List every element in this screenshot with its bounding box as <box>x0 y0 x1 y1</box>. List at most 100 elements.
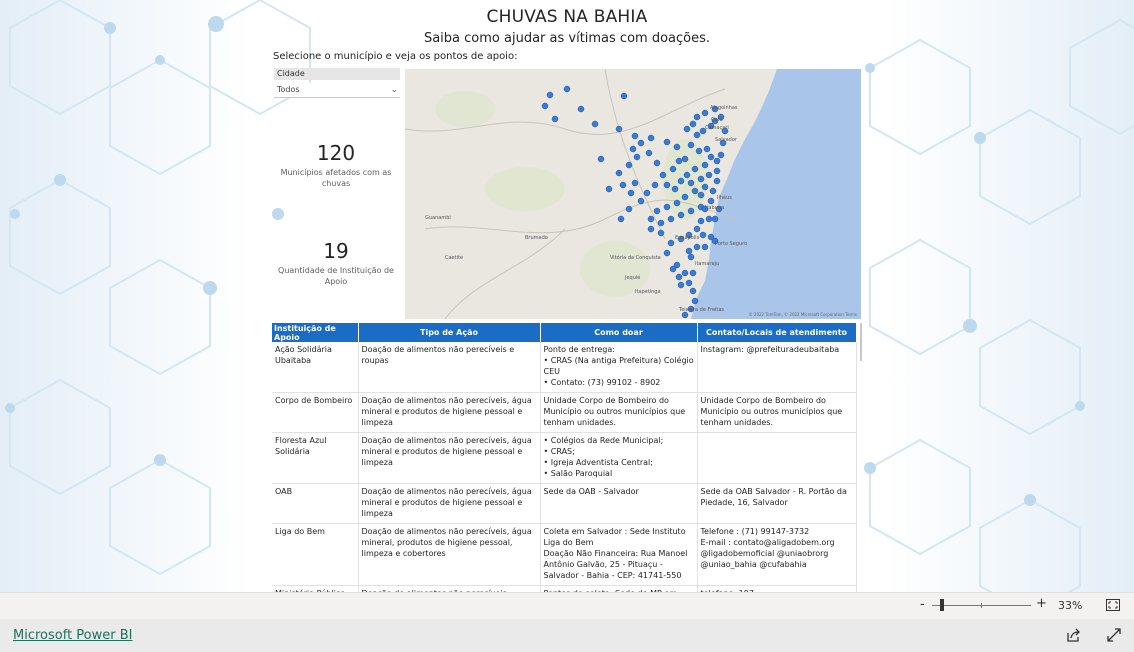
zoom-in-button[interactable]: + <box>1036 596 1047 611</box>
map-point[interactable] <box>687 207 695 215</box>
map-point[interactable] <box>663 249 671 257</box>
map-point[interactable] <box>717 151 725 159</box>
map-point[interactable] <box>625 205 633 213</box>
city-dropdown[interactable]: Todos ⌄ <box>274 83 400 98</box>
map-point[interactable] <box>657 229 665 237</box>
map-point[interactable] <box>689 287 697 295</box>
map-point[interactable] <box>689 269 697 277</box>
column-header-how-to-donate[interactable]: Como doar <box>540 323 698 342</box>
map-point[interactable] <box>551 115 559 123</box>
map-point[interactable] <box>631 132 639 140</box>
map-point[interactable] <box>627 189 635 197</box>
map-point[interactable] <box>541 102 549 110</box>
map-point[interactable] <box>681 193 689 201</box>
map-point[interactable] <box>663 181 671 189</box>
power-bi-link[interactable]: Microsoft Power BI <box>13 628 132 643</box>
map-point[interactable] <box>643 189 651 197</box>
map-point[interactable] <box>663 203 671 211</box>
map-point[interactable] <box>683 171 691 179</box>
map-point[interactable] <box>687 253 695 261</box>
map-point[interactable] <box>701 183 709 191</box>
map-point[interactable] <box>591 120 599 128</box>
map-point[interactable] <box>663 138 671 146</box>
map-point[interactable] <box>629 145 637 153</box>
map-point[interactable] <box>697 175 705 183</box>
table-row[interactable]: OAB Doação de alimentos não perecíveis, á… <box>272 483 857 524</box>
map-point[interactable] <box>637 139 645 147</box>
map-point[interactable] <box>617 215 625 223</box>
map-point[interactable] <box>597 155 605 163</box>
map-point[interactable] <box>645 149 653 157</box>
map-point[interactable] <box>699 231 707 239</box>
table-row[interactable]: Ação Solidária Ubaitaba Doação de aliment… <box>272 342 857 393</box>
map-point[interactable] <box>651 181 659 189</box>
map-point[interactable] <box>705 215 713 223</box>
map-point[interactable] <box>653 207 661 215</box>
fullscreen-icon[interactable] <box>1106 627 1122 643</box>
map-point[interactable] <box>647 215 655 223</box>
table-scrollbar[interactable] <box>860 323 862 361</box>
map-point[interactable] <box>693 113 701 121</box>
fit-to-page-icon[interactable] <box>1106 599 1120 611</box>
map-point[interactable] <box>681 155 689 163</box>
table-row[interactable]: Floresta Azul Solidária Doação de aliment… <box>272 432 857 484</box>
map-point[interactable] <box>546 91 554 99</box>
map-point[interactable] <box>713 177 721 185</box>
map-point[interactable] <box>620 92 628 100</box>
zoom-slider-thumb[interactable] <box>939 599 944 611</box>
table-row[interactable]: Corpo de Bombeiro Doação de alimentos não… <box>272 392 857 433</box>
map-point[interactable] <box>681 269 689 277</box>
bahia-map[interactable]: Alagoinhas Catu Camaçari Salvador Jequié Ilhé… <box>405 69 861 319</box>
map-point[interactable] <box>647 134 655 142</box>
map-point[interactable] <box>697 217 705 225</box>
column-header-institution[interactable]: Instituição de Apoio▲ <box>272 323 363 342</box>
zoom-out-button[interactable]: - <box>920 597 925 612</box>
map-point[interactable] <box>667 239 675 247</box>
map-point[interactable] <box>701 161 709 169</box>
map-point[interactable] <box>677 281 685 289</box>
map-point[interactable] <box>701 109 709 117</box>
map-point[interactable] <box>693 243 701 251</box>
map-point[interactable] <box>713 167 721 175</box>
map-point[interactable] <box>647 225 655 233</box>
map-point[interactable] <box>697 191 705 199</box>
map-point[interactable] <box>667 215 675 223</box>
map-point[interactable] <box>673 143 681 151</box>
map-point[interactable] <box>631 179 639 187</box>
map-point[interactable] <box>693 225 701 233</box>
map-point[interactable] <box>633 153 641 161</box>
map-point[interactable] <box>707 153 715 161</box>
map-point[interactable] <box>683 125 691 133</box>
share-icon[interactable] <box>1066 627 1082 643</box>
map-point[interactable] <box>577 105 585 113</box>
map-point[interactable] <box>657 219 665 227</box>
map-point[interactable] <box>615 125 623 133</box>
map-point[interactable] <box>703 145 711 153</box>
map-point[interactable] <box>709 187 717 195</box>
map-point[interactable] <box>563 85 571 93</box>
map-point[interactable] <box>669 265 677 273</box>
map-point[interactable] <box>675 273 683 281</box>
table-row[interactable]: Liga do Bem Doação de alimentos não perec… <box>272 523 857 586</box>
column-header-action-type[interactable]: Tipo de Ação <box>358 323 541 342</box>
map-point[interactable] <box>671 185 679 193</box>
map-point[interactable] <box>685 247 693 255</box>
map-point[interactable] <box>653 159 661 167</box>
map-point[interactable] <box>675 157 683 165</box>
map-point[interactable] <box>677 177 685 185</box>
map-point[interactable] <box>713 157 721 165</box>
map-point[interactable] <box>691 187 699 195</box>
map-point[interactable] <box>625 161 633 169</box>
column-header-contact[interactable]: Contato/Locais de atendimento <box>697 323 857 342</box>
map-point[interactable] <box>701 243 709 251</box>
map-point[interactable] <box>685 279 693 287</box>
map-point[interactable] <box>637 197 645 205</box>
map-point[interactable] <box>615 169 623 177</box>
map-point[interactable] <box>619 181 627 189</box>
map-point[interactable] <box>605 185 613 193</box>
map-point[interactable] <box>659 171 667 179</box>
map-point[interactable] <box>691 297 699 305</box>
map-point[interactable] <box>693 131 701 139</box>
map-point[interactable] <box>711 215 719 223</box>
map-point[interactable] <box>689 120 697 128</box>
